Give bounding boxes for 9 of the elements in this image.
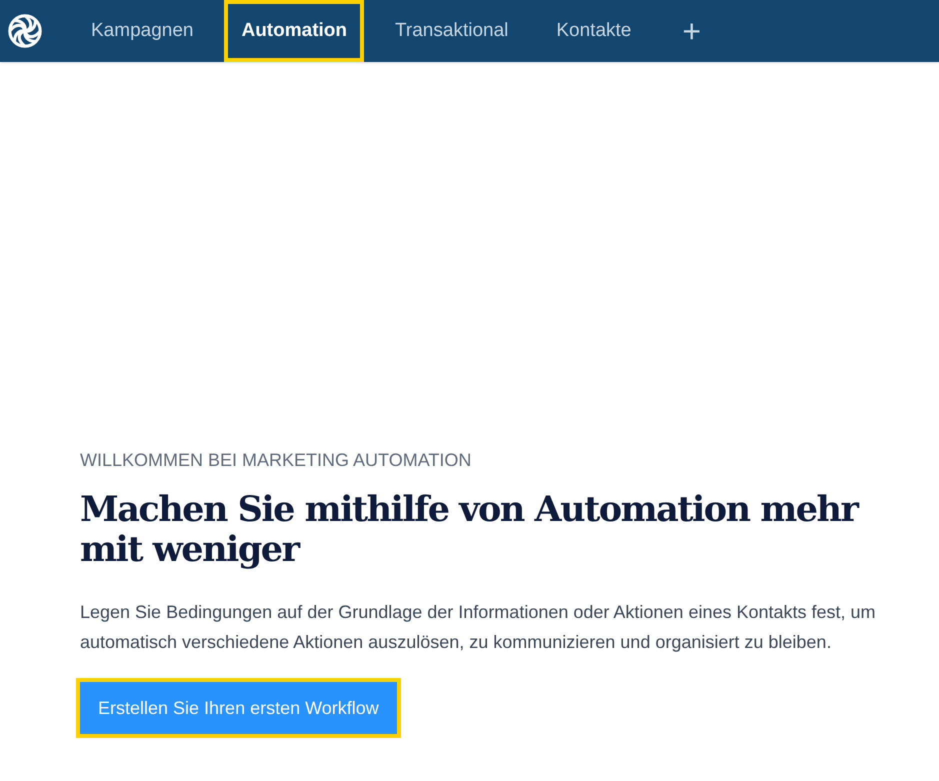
eyebrow-text: WILLKOMMEN BEI MARKETING AUTOMATION (80, 449, 472, 472)
nav-tab[interactable]: Kontakte (539, 0, 648, 62)
nav-tab[interactable]: Transaktional (378, 0, 526, 62)
heading: Machen Sie mithilfe von Automation mehr mit weniger (80, 490, 860, 570)
logo-icon[interactable] (6, 12, 44, 50)
nav-tab[interactable]: Automation (224, 0, 364, 62)
add-tab-button[interactable]: + (670, 7, 714, 55)
description-paragraph: Legen Sie Bedingungen auf der Grundlage der Informationen oder Aktionen eines Kontakts fest, um automatisch verschiedene Aktionen auszulösen, zu kommunizieren und organisiert zu bleiben. (80, 601, 877, 654)
nav-tab[interactable]: Kampagnen (74, 0, 210, 62)
